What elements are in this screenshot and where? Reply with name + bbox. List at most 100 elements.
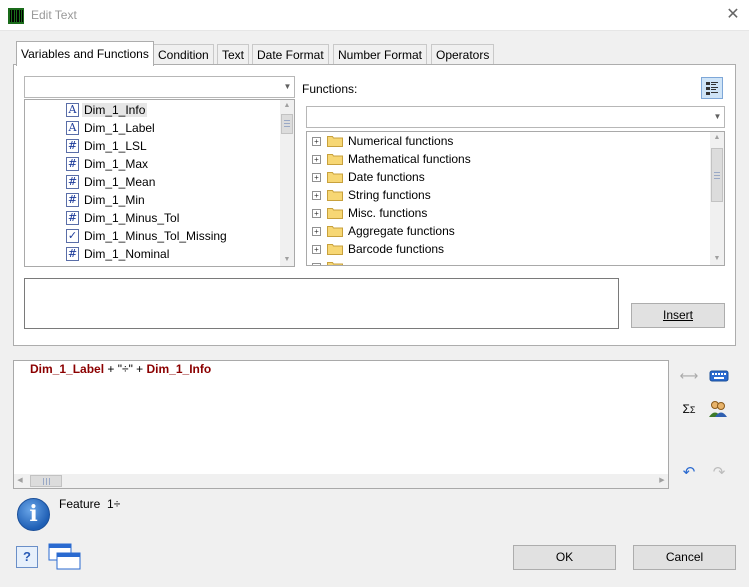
tree-item[interactable]: + String functions xyxy=(307,186,707,204)
scroll-right-icon[interactable]: ▶ xyxy=(656,474,668,488)
tree-item[interactable]: # Dim_1_Minus_Tol xyxy=(25,209,285,227)
tree-item-label: Mathematical functions xyxy=(348,152,471,166)
scroll-up-icon[interactable]: ▲ xyxy=(710,132,724,144)
text-variable-icon: A xyxy=(66,121,79,135)
tree-item[interactable]: + Numerical functions xyxy=(307,132,707,150)
folder-icon xyxy=(327,136,343,147)
boolean-variable-icon: ✓ xyxy=(66,229,79,243)
number-variable-icon: # xyxy=(66,139,79,153)
tree-item[interactable]: + Date functions xyxy=(307,168,707,186)
formula-hscrollbar[interactable]: ◀ ▶ xyxy=(14,474,668,488)
expand-icon[interactable]: + xyxy=(312,155,321,164)
tree-item[interactable]: + Mathematical functions xyxy=(307,150,707,168)
tab-variables-and-functions[interactable]: Variables and Functions xyxy=(16,41,154,66)
expand-icon[interactable]: + xyxy=(312,263,321,265)
tree-item[interactable]: ✓ Dim_1_Minus_Tol_Missing xyxy=(25,227,285,245)
insert-button[interactable]: Insert xyxy=(631,303,725,328)
scroll-up-icon[interactable]: ▲ xyxy=(280,100,294,112)
info-panel xyxy=(13,492,736,535)
insert-button-label: Insert xyxy=(662,308,693,322)
tree-item-label: Dim_1_Min xyxy=(84,193,145,207)
folder-icon xyxy=(327,226,343,237)
expand-icon[interactable]: + xyxy=(312,245,321,254)
formula-token-variable: Dim_1_Label xyxy=(30,362,105,376)
number-variable-icon: # xyxy=(66,157,79,171)
tree-item[interactable]: # Dim_1_Min xyxy=(25,191,285,209)
tree-item[interactable]: # Dim_1_Nominal xyxy=(25,245,285,263)
folder-icon xyxy=(327,244,343,255)
tree-item[interactable]: # Dim_1_Mean xyxy=(25,173,285,191)
tree-item[interactable]: + xyxy=(307,258,707,265)
tree-item-label: Barcode functions xyxy=(348,242,445,256)
functions-tree[interactable]: + Numerical functions + Mathematical fun… xyxy=(306,131,725,266)
undo-icon[interactable]: ↶ xyxy=(678,462,700,484)
functions-label: Functions: xyxy=(302,82,358,96)
formula-editor[interactable] xyxy=(13,360,669,489)
chevron-down-icon[interactable]: ▼ xyxy=(713,111,722,123)
expand-icon[interactable]: + xyxy=(312,191,321,200)
folder-icon xyxy=(327,172,343,183)
app-barcode-icon xyxy=(8,8,24,24)
cancel-button[interactable]: Cancel xyxy=(633,545,736,570)
expand-icon[interactable]: + xyxy=(312,173,321,182)
functions-scrollbar[interactable]: ▲ ▼ xyxy=(710,132,724,265)
tree-item[interactable]: + Aggregate functions xyxy=(307,222,707,240)
tree-item[interactable]: A Dim_1_Info xyxy=(25,101,285,119)
tree-item-label: Dim_1_Minus_Tol xyxy=(84,211,180,225)
tab-operators[interactable]: Operators xyxy=(431,44,495,65)
number-variable-icon: # xyxy=(66,247,79,261)
tab-number-format[interactable]: Number Format xyxy=(333,44,428,65)
scroll-thumb[interactable] xyxy=(30,475,62,487)
tab-condition[interactable]: Condition xyxy=(153,44,214,65)
description-box xyxy=(24,278,619,329)
expand-icon[interactable]: + xyxy=(312,137,321,146)
tree-item[interactable]: + Misc. functions xyxy=(307,204,707,222)
tree-item[interactable]: # Dim_1_LSL xyxy=(25,137,285,155)
info-icon: i xyxy=(17,498,50,531)
folder-icon xyxy=(327,154,343,165)
close-icon[interactable]: ✕ xyxy=(722,4,744,26)
ok-button[interactable]: OK xyxy=(513,545,616,570)
tree-item-label: Dim_1_Label xyxy=(84,121,155,135)
window-title: Edit Text xyxy=(31,8,77,22)
expand-icon[interactable]: + xyxy=(312,209,321,218)
tree-item[interactable]: # Dim_1_Max xyxy=(25,155,285,173)
formula-token-operator: + "÷" + xyxy=(104,362,147,376)
variables-scrollbar[interactable]: ▲ ▼ xyxy=(280,100,294,266)
tree-item[interactable]: A Dim_1_Label xyxy=(25,119,285,137)
scroll-thumb[interactable] xyxy=(711,148,723,202)
redo-icon[interactable]: ↷ xyxy=(708,462,730,484)
variables-filter-combo[interactable]: ▼ xyxy=(24,76,295,98)
tree-item-label: Dim_1_LSL xyxy=(84,139,147,153)
tree-item-label: Numerical functions xyxy=(348,134,454,148)
list-view-icon[interactable] xyxy=(701,77,723,99)
formula-text[interactable]: Dim_1_Label + "÷" + Dim_1_Info xyxy=(30,362,211,376)
expand-icon[interactable]: + xyxy=(312,227,321,236)
tree-item-label: Misc. functions xyxy=(348,206,428,220)
wrap-icon[interactable]: ⟷ xyxy=(678,365,700,387)
tree-item-label: Dim_1_Minus_Tol_Missing xyxy=(84,229,227,243)
folder-icon xyxy=(327,262,343,265)
variables-tree[interactable]: A Dim_1_Info A Dim_1_Label # Dim_1_LSL #… xyxy=(24,99,295,267)
windows-icon[interactable] xyxy=(48,543,82,571)
tab-date-format[interactable]: Date Format xyxy=(252,44,329,65)
functions-filter-combo[interactable]: ▼ xyxy=(306,106,725,128)
tree-item-label: Aggregate functions xyxy=(348,224,455,238)
scroll-down-icon[interactable]: ▼ xyxy=(280,254,294,266)
tab-text[interactable]: Text xyxy=(217,44,250,65)
info-text: Feature 1÷ xyxy=(59,497,121,511)
number-variable-icon: # xyxy=(66,175,79,189)
sum-icon[interactable]: ΣΣ xyxy=(678,398,700,420)
users-icon[interactable] xyxy=(708,400,728,418)
chevron-down-icon[interactable]: ▼ xyxy=(283,81,292,93)
folder-icon xyxy=(327,208,343,219)
keyboard-icon[interactable] xyxy=(709,369,729,383)
scroll-left-icon[interactable]: ◀ xyxy=(14,474,26,488)
formula-token-variable: Dim_1_Info xyxy=(146,362,212,376)
title-bar xyxy=(0,0,749,31)
scroll-thumb[interactable] xyxy=(281,114,293,134)
scroll-down-icon[interactable]: ▼ xyxy=(710,253,724,265)
tree-item-label: Dim_1_Info xyxy=(82,103,148,117)
tree-item[interactable]: + Barcode functions xyxy=(307,240,707,258)
help-icon[interactable]: ? xyxy=(16,546,38,568)
